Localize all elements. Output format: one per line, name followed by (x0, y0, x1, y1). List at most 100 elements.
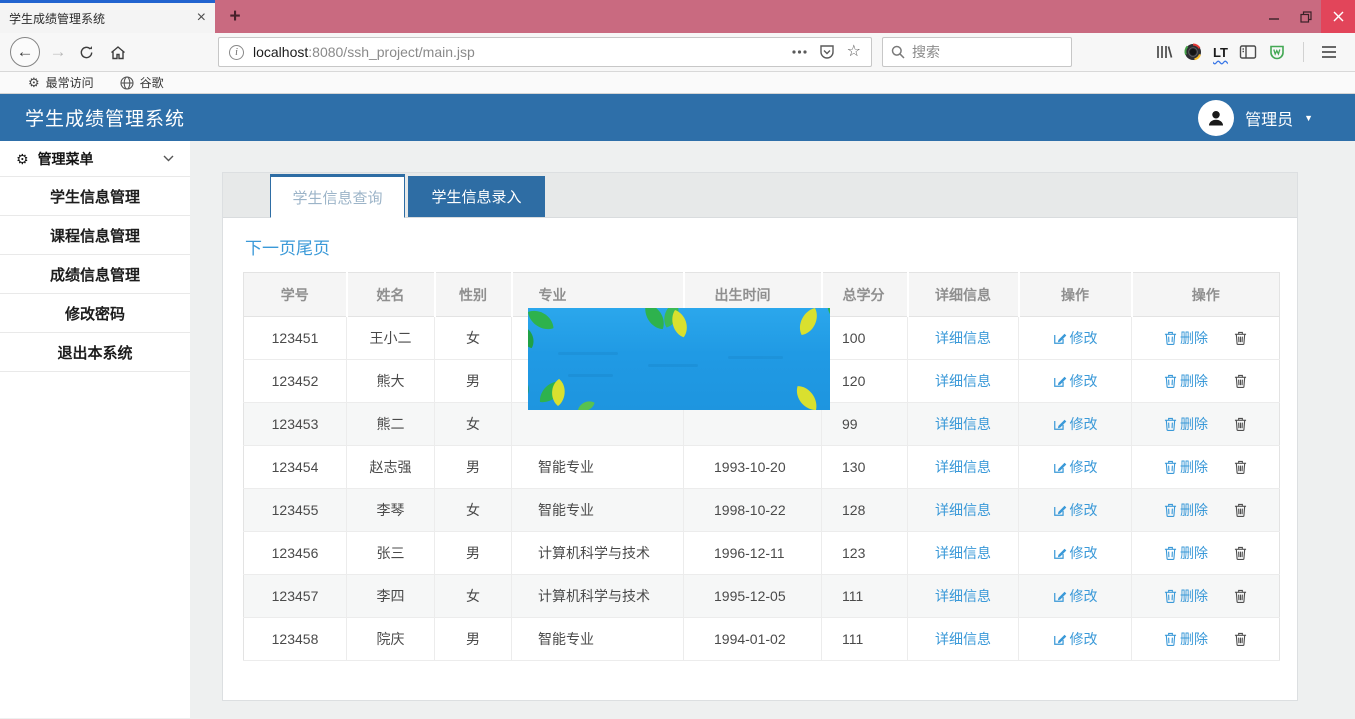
app-title: 学生成绩管理系统 (25, 104, 185, 131)
trash-icon[interactable] (1234, 374, 1247, 388)
cell-name: 赵志强 (347, 446, 435, 489)
cell-name: 王小二 (347, 317, 435, 360)
url-text: localhost:8080/ssh_project/main.jsp (253, 44, 783, 60)
trash-icon[interactable] (1234, 417, 1247, 431)
cell-major: 智能专业 (512, 489, 684, 532)
detail-link[interactable]: 详细信息 (935, 414, 991, 434)
home-button[interactable] (106, 38, 130, 66)
site-info-icon[interactable]: i (229, 45, 244, 60)
tab-student-entry[interactable]: 学生信息录入 (408, 176, 545, 217)
cell-credits: 100 (822, 317, 908, 360)
cell-student-id: 123451 (244, 317, 347, 360)
table-row: 123458 院庆 男 智能专业 1994-01-02 111 详细信息 修改 … (244, 618, 1280, 661)
cell-birth: 1993-10-20 (684, 446, 822, 489)
edit-link[interactable]: 修改 (1053, 543, 1098, 563)
username-label: 管理员 (1245, 106, 1293, 130)
url-bar[interactable]: i localhost:8080/ssh_project/main.jsp ☆ (218, 37, 872, 67)
edit-link[interactable]: 修改 (1053, 414, 1098, 434)
sidebars-icon[interactable] (1239, 44, 1257, 60)
delete-link[interactable]: 删除 (1164, 586, 1208, 606)
bookmarks-bar: ⚙ 最常访问 谷歌 (0, 72, 1355, 94)
cell-credits: 123 (822, 532, 908, 575)
edit-link[interactable]: 修改 (1053, 586, 1098, 606)
wappalyzer-icon[interactable] (1268, 44, 1286, 61)
cell-gender: 女 (435, 489, 512, 532)
delete-link[interactable]: 删除 (1164, 371, 1208, 391)
forward-button[interactable]: → (46, 38, 70, 66)
minimize-button[interactable] (1259, 0, 1290, 33)
cell-major: 计算机科学与技术 (512, 575, 684, 618)
new-tab-button[interactable]: + (215, 0, 255, 33)
cell-birth: 1995-12-05 (684, 575, 822, 618)
sidebar-item-course-info[interactable]: 课程信息管理 (0, 216, 190, 255)
menu-hamburger-icon[interactable] (1321, 45, 1337, 59)
delete-link[interactable]: 删除 (1164, 629, 1208, 649)
reload-button[interactable] (74, 38, 98, 66)
url-host: localhost (253, 44, 308, 60)
cell-birth: 1996-12-11 (684, 532, 822, 575)
sidebar-item-grade-info[interactable]: 成绩信息管理 (0, 255, 190, 294)
trash-icon[interactable] (1234, 589, 1247, 603)
caret-down-icon: ▼ (1304, 113, 1313, 123)
languagetool-icon[interactable]: LT (1213, 45, 1228, 60)
edit-link[interactable]: 修改 (1053, 629, 1098, 649)
sidebar-item-student-info[interactable]: 学生信息管理 (0, 177, 190, 216)
trash-icon[interactable] (1234, 331, 1247, 345)
cell-birth: 1998-10-22 (684, 489, 822, 532)
sidebar-menu-header[interactable]: ⚙ 管理菜单 (0, 141, 190, 177)
chevron-down-icon (163, 155, 174, 162)
tab-student-query[interactable]: 学生信息查询 (270, 174, 405, 218)
detail-link[interactable]: 详细信息 (935, 586, 991, 606)
cell-major: 计算机科学与技术 (512, 532, 684, 575)
table-row: 123455 李琴 女 智能专业 1998-10-22 128 详细信息 修改 … (244, 489, 1280, 532)
trash-icon[interactable] (1234, 632, 1247, 646)
trash-icon[interactable] (1234, 503, 1247, 517)
gear-icon: ⚙ (16, 152, 29, 166)
next-page-link[interactable]: 下一页 (245, 239, 296, 258)
detail-link[interactable]: 详细信息 (935, 500, 991, 520)
restore-button[interactable] (1290, 0, 1321, 33)
cell-student-id: 123456 (244, 532, 347, 575)
last-page-link[interactable]: 尾页 (296, 239, 330, 258)
lens-extension-icon[interactable] (1184, 43, 1202, 61)
trash-icon[interactable] (1234, 546, 1247, 560)
delete-link[interactable]: 删除 (1164, 328, 1208, 348)
cell-gender: 女 (435, 403, 512, 446)
detail-link[interactable]: 详细信息 (935, 629, 991, 649)
edit-link[interactable]: 修改 (1053, 457, 1098, 477)
bookmark-most-visited[interactable]: ⚙ 最常访问 (28, 74, 94, 91)
detail-link[interactable]: 详细信息 (935, 328, 991, 348)
sidebar-item-change-password[interactable]: 修改密码 (0, 294, 190, 333)
cell-major: 智能专业 (512, 446, 684, 489)
edit-link[interactable]: 修改 (1053, 371, 1098, 391)
trash-icon[interactable] (1234, 460, 1247, 474)
library-icon[interactable] (1156, 44, 1173, 60)
pocket-icon[interactable] (819, 44, 835, 60)
content-panel: 学生信息查询 学生信息录入 下一页尾页 学号 姓名 性别 (222, 172, 1298, 701)
edit-link[interactable]: 修改 (1053, 500, 1098, 520)
bookmark-star-icon[interactable]: ☆ (847, 44, 861, 60)
cell-gender: 男 (435, 360, 512, 403)
delete-link[interactable]: 删除 (1164, 543, 1208, 563)
detail-link[interactable]: 详细信息 (935, 543, 991, 563)
cell-credits: 111 (822, 618, 908, 661)
search-box (882, 37, 1072, 67)
tab-close-icon[interactable]: × (197, 10, 206, 26)
edit-link[interactable]: 修改 (1053, 328, 1098, 348)
browser-tab[interactable]: 学生成绩管理系统 × (0, 0, 215, 33)
delete-link[interactable]: 删除 (1164, 414, 1208, 434)
table-row: 123457 李四 女 计算机科学与技术 1995-12-05 111 详细信息… (244, 575, 1280, 618)
close-button[interactable] (1321, 0, 1355, 33)
bookmark-google[interactable]: 谷歌 (120, 74, 164, 91)
detail-link[interactable]: 详细信息 (935, 371, 991, 391)
delete-link[interactable]: 删除 (1164, 500, 1208, 520)
avatar (1198, 100, 1234, 136)
sidebar-item-logout[interactable]: 退出本系统 (0, 333, 190, 372)
user-menu[interactable]: 管理员 ▼ (1198, 100, 1313, 136)
page-actions-icon[interactable] (792, 50, 807, 54)
cell-major: 智能专业 (512, 618, 684, 661)
delete-link[interactable]: 删除 (1164, 457, 1208, 477)
search-input[interactable] (912, 44, 1032, 60)
back-button[interactable]: ← (10, 37, 40, 67)
detail-link[interactable]: 详细信息 (935, 457, 991, 477)
